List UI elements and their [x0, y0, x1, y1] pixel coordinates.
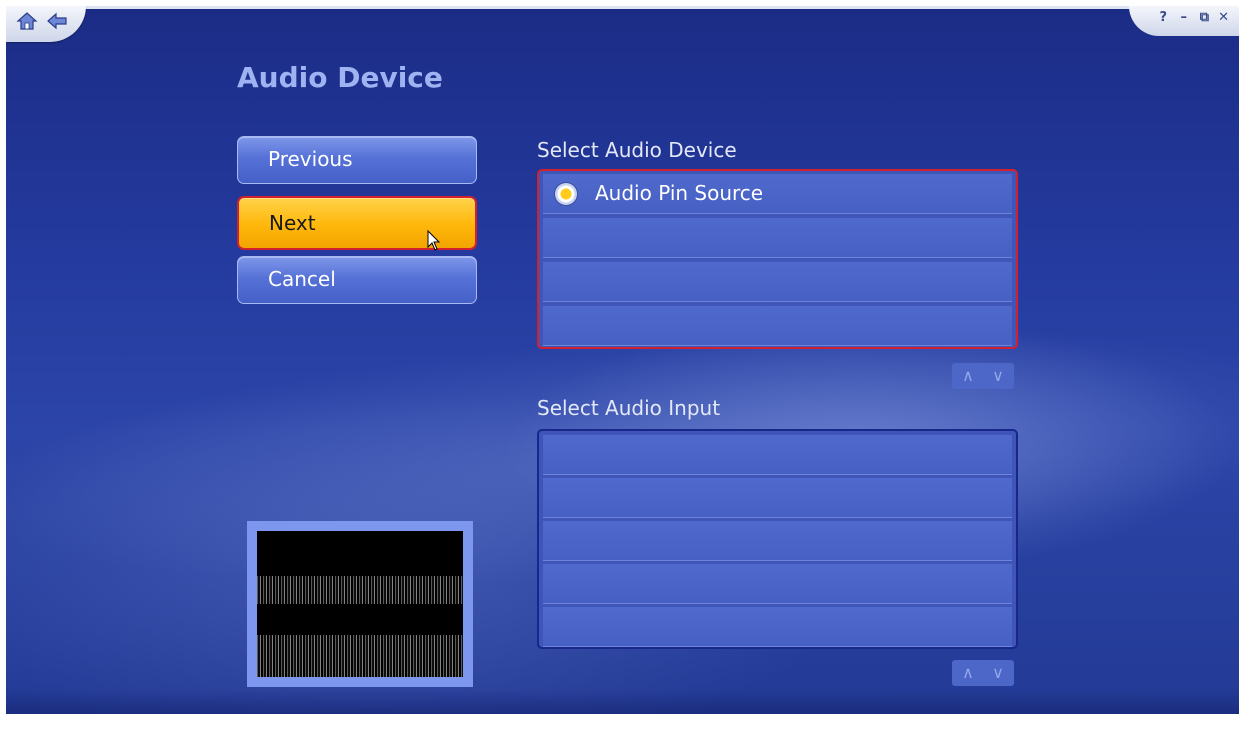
mouse-cursor-icon [427, 230, 441, 251]
audio-input-list[interactable] [537, 429, 1018, 649]
select-audio-input-label: Select Audio Input [537, 396, 721, 420]
back-arrow-icon[interactable] [46, 11, 68, 31]
cancel-button[interactable]: Cancel [237, 256, 477, 304]
list-item[interactable]: Audio Pin Source [543, 174, 1012, 214]
chevron-up-icon[interactable]: ∧ [954, 365, 982, 387]
title-bar: ? – ⧉ ✕ [6, 6, 1239, 42]
list-item [543, 306, 1012, 346]
input-scroll-controls: ∧ ∨ [952, 660, 1014, 686]
page-title: Audio Device [237, 61, 443, 94]
list-item [543, 607, 1012, 647]
list-item [543, 262, 1012, 302]
bottom-shade [6, 689, 1239, 714]
preview-screen [257, 531, 463, 677]
chevron-up-icon[interactable]: ∧ [954, 662, 982, 684]
list-item-label: Audio Pin Source [595, 181, 764, 205]
chevron-down-icon[interactable]: ∨ [984, 662, 1012, 684]
window-controls: ? – ⧉ ✕ [1129, 6, 1239, 36]
media-center-window: ? – ⧉ ✕ Audio Device Previous Next Cance… [6, 6, 1239, 714]
title-bar-strip [66, 6, 1239, 9]
list-item [543, 435, 1012, 475]
device-scroll-controls: ∧ ∨ [952, 363, 1014, 389]
static-noise [257, 576, 463, 604]
close-icon[interactable]: ✕ [1218, 10, 1229, 25]
video-preview [247, 521, 473, 687]
select-audio-device-label: Select Audio Device [537, 138, 737, 162]
minimize-icon[interactable]: – [1181, 10, 1188, 25]
static-noise [257, 635, 463, 677]
list-item [543, 478, 1012, 518]
next-button[interactable]: Next [237, 196, 477, 250]
radio-selected-icon[interactable] [555, 183, 577, 205]
audio-device-list[interactable]: Audio Pin Source [537, 169, 1018, 349]
restore-icon[interactable]: ⧉ [1200, 10, 1209, 25]
list-item [543, 521, 1012, 561]
help-icon[interactable]: ? [1159, 10, 1167, 25]
list-item [543, 218, 1012, 258]
nav-cluster [6, 6, 86, 42]
list-item [543, 564, 1012, 604]
chevron-down-icon[interactable]: ∨ [984, 365, 1012, 387]
previous-button[interactable]: Previous [237, 136, 477, 184]
home-icon[interactable] [16, 11, 38, 31]
